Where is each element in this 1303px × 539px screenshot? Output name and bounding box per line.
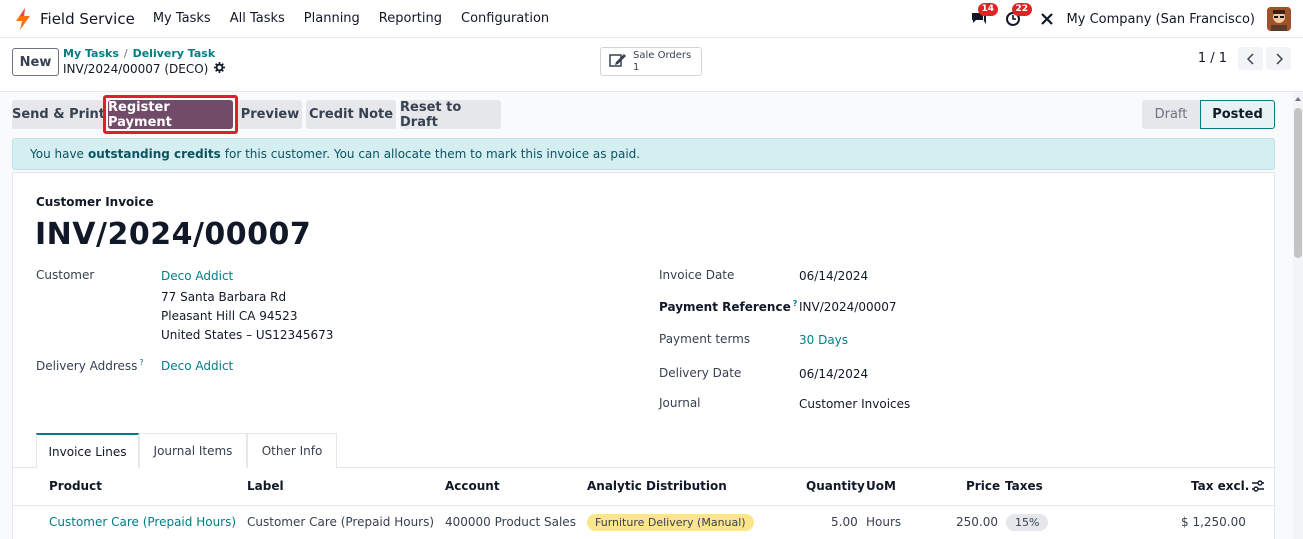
reset-to-draft-button[interactable]: Reset to Draft bbox=[400, 100, 501, 130]
invoice-type-label: Customer Invoice bbox=[36, 195, 154, 209]
row-tax-tag[interactable]: 15% bbox=[1006, 514, 1049, 531]
control-panel: New My Tasks / Delivery Task INV/2024/0000… bbox=[0, 38, 1303, 92]
row-quantity[interactable]: 5.00 bbox=[831, 515, 858, 529]
tools-icon[interactable] bbox=[1037, 9, 1057, 29]
menu-my-tasks[interactable]: My Tasks bbox=[153, 11, 211, 26]
menu-all-tasks[interactable]: All Tasks bbox=[230, 11, 285, 26]
payment-reference-field[interactable]: INV/2024/00007 bbox=[799, 300, 897, 314]
row-price[interactable]: 250.00 bbox=[956, 515, 998, 529]
column-taxes[interactable]: Taxes bbox=[1005, 479, 1043, 493]
table-header-divider bbox=[13, 505, 1276, 506]
new-button[interactable]: New bbox=[12, 48, 59, 76]
help-tooltip-icon[interactable]: ? bbox=[139, 358, 143, 367]
payment-reference-label: Payment Reference? bbox=[659, 299, 797, 314]
pager-previous-button[interactable] bbox=[1238, 47, 1263, 70]
payment-reference-label-text: Payment Reference bbox=[659, 300, 791, 314]
notebook-tabs: Invoice Lines Journal Items Other Info bbox=[36, 433, 337, 468]
breadcrumb-delivery-task[interactable]: Delivery Task bbox=[133, 47, 216, 60]
tab-journal-items[interactable]: Journal Items bbox=[139, 433, 247, 468]
invoice-form-sheet: Customer Invoice INV/2024/00007 Customer… bbox=[12, 172, 1276, 539]
column-quantity[interactable]: Quantity bbox=[806, 479, 865, 493]
delivery-date-field[interactable]: 06/14/2024 bbox=[799, 367, 868, 381]
status-draft[interactable]: Draft bbox=[1142, 100, 1200, 129]
column-analytic-distribution[interactable]: Analytic Distribution bbox=[587, 479, 727, 493]
journal-label: Journal bbox=[659, 396, 701, 410]
journal-field[interactable]: Customer Invoices bbox=[799, 397, 910, 411]
sale-orders-smart-button[interactable]: Sale Orders 1 bbox=[600, 47, 702, 76]
user-avatar[interactable] bbox=[1267, 7, 1291, 31]
sale-orders-text: Sale Orders 1 bbox=[633, 50, 691, 74]
column-price[interactable]: Price bbox=[966, 479, 1000, 493]
record-title-row: INV/2024/00007 (DECO) bbox=[63, 62, 226, 76]
customer-address-line3: United States – US12345673 bbox=[161, 328, 334, 342]
activities-icon[interactable]: 22 bbox=[1003, 3, 1033, 29]
status-posted[interactable]: Posted bbox=[1200, 100, 1275, 129]
edit-document-icon bbox=[609, 52, 627, 72]
send-print-button[interactable]: Send & Print bbox=[12, 100, 105, 129]
chevron-left-icon bbox=[1246, 52, 1254, 65]
record-title: INV/2024/00007 (DECO) bbox=[63, 62, 209, 76]
preview-button[interactable]: Preview bbox=[238, 100, 302, 129]
row-product[interactable]: Customer Care (Prepaid Hours) bbox=[49, 515, 236, 529]
sale-orders-count: 1 bbox=[633, 61, 640, 73]
help-tooltip-icon[interactable]: ? bbox=[793, 299, 798, 308]
messages-icon[interactable]: 14 bbox=[969, 3, 999, 29]
row-label[interactable]: Customer Care (Prepaid Hours) bbox=[247, 515, 434, 529]
column-label[interactable]: Label bbox=[247, 479, 284, 493]
breadcrumb-separator: / bbox=[123, 47, 128, 60]
invoice-date-field[interactable]: 06/14/2024 bbox=[799, 269, 868, 283]
row-analytic-tag[interactable]: Furniture Delivery (Manual) bbox=[587, 514, 754, 531]
customer-label: Customer bbox=[36, 268, 95, 282]
delivery-address-label-text: Delivery Address bbox=[36, 359, 138, 373]
column-uom[interactable]: UoM bbox=[866, 479, 896, 493]
alert-outstanding-credits-link[interactable]: outstanding credits bbox=[88, 147, 221, 161]
column-account[interactable]: Account bbox=[445, 479, 500, 493]
customer-address-line2: Pleasant Hill CA 94523 bbox=[161, 309, 298, 323]
menu-planning[interactable]: Planning bbox=[304, 11, 360, 26]
outstanding-credits-alert: You have outstanding credits for this cu… bbox=[12, 138, 1275, 170]
app-name[interactable]: Field Service bbox=[40, 10, 135, 28]
menu-configuration[interactable]: Configuration bbox=[461, 11, 549, 26]
customer-address-line1: 77 Santa Barbara Rd bbox=[161, 290, 287, 304]
payment-terms-label: Payment terms bbox=[659, 332, 751, 346]
navbar-systray: 14 22 My Company (San Francisco) bbox=[955, 0, 1291, 38]
scrollbar-thumb[interactable] bbox=[1294, 108, 1302, 258]
column-settings-icon[interactable] bbox=[1251, 479, 1265, 497]
register-payment-highlight bbox=[103, 95, 238, 134]
scroll-up-arrow-icon bbox=[1295, 97, 1301, 101]
menu-reporting[interactable]: Reporting bbox=[379, 11, 442, 26]
activities-badge: 22 bbox=[1011, 3, 1033, 16]
pager: 1 / 1 bbox=[1198, 47, 1291, 70]
gear-icon[interactable] bbox=[214, 62, 226, 76]
breadcrumb-my-tasks[interactable]: My Tasks bbox=[63, 47, 119, 60]
delivery-address-label: Delivery Address? bbox=[36, 358, 144, 373]
company-switcher[interactable]: My Company (San Francisco) bbox=[1067, 12, 1255, 27]
alert-suffix: for this customer. You can allocate them… bbox=[224, 147, 641, 161]
invoice-date-label: Invoice Date bbox=[659, 268, 735, 282]
delivery-address-field[interactable]: Deco Addict bbox=[161, 359, 233, 373]
row-tax-excl: $ 1,250.00 bbox=[1181, 515, 1246, 529]
alert-prefix: You have bbox=[30, 147, 84, 161]
row-account[interactable]: 400000 Product Sales bbox=[445, 515, 576, 529]
customer-field[interactable]: Deco Addict bbox=[161, 269, 233, 283]
row-uom[interactable]: Hours bbox=[866, 515, 901, 529]
tab-invoice-lines[interactable]: Invoice Lines bbox=[36, 433, 139, 468]
sale-orders-label: Sale Orders bbox=[633, 49, 692, 61]
breadcrumb: My Tasks / Delivery Task bbox=[63, 47, 215, 60]
credit-note-button[interactable]: Credit Note bbox=[306, 100, 396, 129]
messages-badge: 14 bbox=[977, 3, 999, 16]
pager-next-button[interactable] bbox=[1266, 47, 1291, 70]
pager-value[interactable]: 1 / 1 bbox=[1198, 51, 1227, 66]
payment-terms-field[interactable]: 30 Days bbox=[799, 333, 848, 347]
chevron-right-icon bbox=[1275, 52, 1283, 65]
delivery-date-label: Delivery Date bbox=[659, 366, 742, 380]
top-navbar: Field Service My Tasks All Tasks Plannin… bbox=[0, 0, 1303, 38]
column-product[interactable]: Product bbox=[49, 479, 102, 493]
status-bar: Draft Posted bbox=[1142, 100, 1275, 129]
invoice-number: INV/2024/00007 bbox=[35, 217, 312, 252]
column-tax-excl[interactable]: Tax excl. bbox=[1191, 479, 1249, 493]
field-service-logo-icon[interactable] bbox=[12, 7, 34, 30]
tab-other-info[interactable]: Other Info bbox=[247, 433, 337, 468]
